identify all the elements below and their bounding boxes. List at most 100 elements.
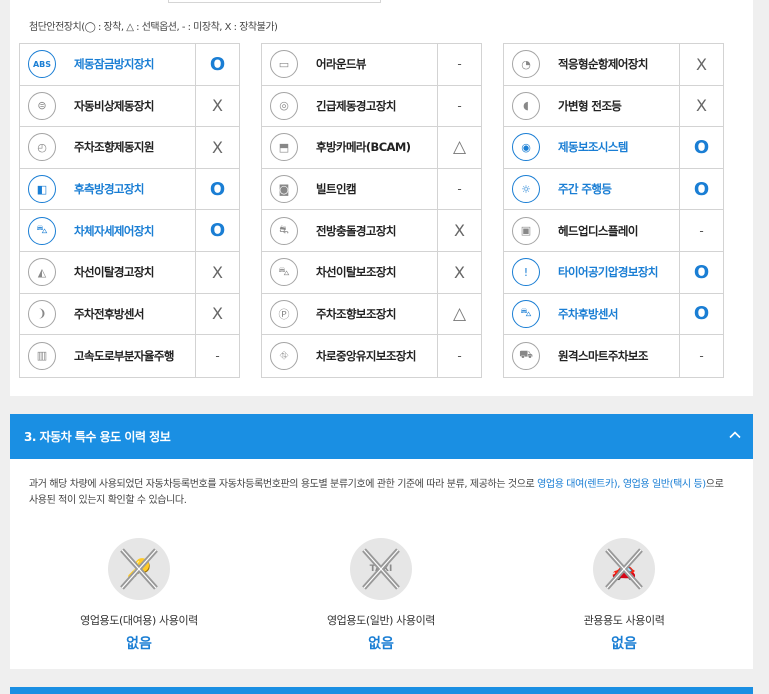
- feature-status: O: [209, 53, 226, 75]
- usage-label: 영업용도(일반) 사용이력: [326, 614, 436, 627]
- safety-feature-row: ABS 제동잠금방지장치 O: [20, 44, 239, 86]
- builtin-cam-icon: ◙: [270, 175, 298, 204]
- safety-feature-row: ⛗ 차로중앙유지보조장치 -: [262, 335, 481, 377]
- highway-drive-icon: ▥: [28, 341, 56, 370]
- feature-name: 주차조향보조장치: [306, 293, 438, 335]
- previous-table-edge: [168, 0, 381, 3]
- adaptive-cruise-icon: ◔: [512, 50, 540, 79]
- brake-assist-icon: ◉: [512, 133, 540, 162]
- safety-feature-row: ▥ 고속도로부분자율주행 -: [20, 335, 239, 377]
- safety-legend: 첨단안전장치(◯ : 장착, △ : 선택옵션, - : 미장착, X : 장착…: [29, 22, 278, 33]
- rear-camera-icon: ⬒: [270, 133, 298, 162]
- feature-status: -: [699, 348, 704, 363]
- stability-control-icon: ⛍: [28, 216, 56, 245]
- feature-status: O: [693, 261, 710, 283]
- feature-status: O: [693, 303, 710, 325]
- feature-status: △: [452, 137, 467, 158]
- feature-name: 타이어공기압경보장치: [548, 251, 680, 293]
- special-use-description: 과거 해당 차량에 사용되었던 자동차등록번호를 자동차등록번호판의 용도별 분…: [29, 479, 724, 506]
- taxi-icon: TAXI: [350, 538, 412, 600]
- usage-label: 영업용도(대여용) 사용이력: [80, 614, 198, 627]
- feature-name: 전방충돌경고장치: [306, 210, 438, 251]
- usage-label: 관용용도 사용이력: [583, 614, 665, 627]
- feature-status: -: [457, 57, 462, 72]
- safety-feature-row: ⛟ 원격스마트주차보조 -: [504, 335, 723, 377]
- usage-history-item: TAXI 영업용도(일반) 사용이력없음: [301, 538, 461, 653]
- emergency-brake-icon: ⊜: [28, 91, 56, 120]
- feature-status: X: [212, 262, 223, 282]
- cross-icon: [120, 548, 158, 590]
- parking-steer-icon: ◴: [28, 133, 56, 162]
- cross-icon: [362, 548, 400, 590]
- safety-feature-column: ▭ 어라운드뷰 - ◎ 긴급제동경고장치 - ⬒ 후방카메라(BCAM) △ ◙ 빌트인캠 - ⛐ 전방충…: [261, 43, 482, 378]
- feature-status: -: [215, 348, 220, 363]
- feature-status: X: [696, 54, 707, 74]
- safety-feature-row: ▣ 헤드업디스플레이 -: [504, 210, 723, 252]
- safety-feature-row: ⛐ 전방충돌경고장치 X: [262, 210, 481, 252]
- safety-feature-row: ▭ 어라운드뷰 -: [262, 44, 481, 86]
- forward-collision-icon: ⛐: [270, 216, 298, 245]
- safety-feature-row: ◴ 주차조향제동지원 X: [20, 127, 239, 169]
- feature-status: O: [209, 220, 226, 242]
- feature-name: 긴급제동경고장치: [306, 85, 438, 127]
- feature-name: 자동비상제동장치: [64, 85, 196, 127]
- government-car-icon: 🚗: [593, 538, 655, 600]
- feature-name: 주차전후방센서: [64, 293, 196, 335]
- cross-icon: [605, 548, 643, 590]
- feature-name: 주차후방센서: [548, 293, 680, 335]
- feature-status: O: [209, 178, 226, 200]
- tire-pressure-icon: !: [512, 258, 540, 287]
- remote-parking-icon: ⛟: [512, 341, 540, 370]
- usage-value: 없음: [126, 636, 152, 652]
- feature-name: 차선이탈보조장치: [306, 251, 438, 293]
- safety-feature-row: ⬒ 후방카메라(BCAM) △: [262, 127, 481, 169]
- lane-keep-assist-icon: ⛍: [270, 258, 298, 287]
- safety-feature-row: ⊜ 자동비상제동장치 X: [20, 85, 239, 128]
- lane-center-icon: ⛗: [270, 341, 298, 370]
- safety-feature-row: ◙ 빌트인캠 -: [262, 168, 481, 211]
- usage-history-item: 🚗 관용용도 사용이력없음: [544, 538, 704, 653]
- safety-feature-row: ◖ 가변형 전조등 X: [504, 85, 723, 128]
- feature-name: 후방카메라(BCAM): [306, 127, 438, 168]
- special-use-card: 과거 해당 차량에 사용되었던 자동차등록번호를 자동차등록번호판의 용도별 분…: [10, 459, 753, 669]
- rear-side-warning-icon: ◧: [28, 175, 56, 204]
- feature-status: -: [457, 98, 462, 113]
- section-title: 3. 자동차 특수 용도 이력 정보: [24, 430, 171, 444]
- feature-name: 주차조향제동지원: [64, 127, 196, 168]
- safety-feature-row: ⛍ 주차후방센서 O: [504, 293, 723, 336]
- section-header-special-use[interactable]: 3. 자동차 특수 용도 이력 정보: [10, 414, 753, 459]
- daytime-light-icon: ☼: [512, 175, 540, 204]
- abs-icon: ABS: [28, 50, 56, 79]
- safety-feature-row: ◔ 적응형순항제어장치 X: [504, 44, 723, 86]
- usage-history-item: 🔑 영업용도(대여용) 사용이력없음: [59, 538, 219, 653]
- brake-warning-icon: ◎: [270, 91, 298, 120]
- feature-status: X: [212, 96, 223, 116]
- feature-name: 원격스마트주차보조: [548, 335, 680, 377]
- feature-name: 고속도로부분자율주행: [64, 335, 196, 377]
- usage-value: 없음: [368, 636, 394, 652]
- chevron-up-icon[interactable]: [729, 429, 741, 441]
- feature-name: 어라운드뷰: [306, 44, 438, 85]
- feature-name: 주간 주행등: [548, 168, 680, 210]
- safety-feature-row: ◧ 후측방경고장치 O: [20, 168, 239, 211]
- feature-status: -: [457, 182, 462, 197]
- rental-car-icon: 🔑: [108, 538, 170, 600]
- rear-parking-sensor-icon: ⛍: [512, 299, 540, 328]
- feature-name: 차체자세제어장치: [64, 210, 196, 251]
- around-view-icon: ▭: [270, 50, 298, 79]
- feature-status: X: [454, 262, 465, 282]
- safety-feature-row: ⛍ 차체자세제어장치 O: [20, 210, 239, 252]
- adaptive-headlight-icon: ◖: [512, 91, 540, 120]
- feature-status: X: [454, 221, 465, 241]
- next-section-header[interactable]: [10, 687, 753, 694]
- feature-status: X: [696, 96, 707, 116]
- safety-feature-row: ! 타이어공기압경보장치 O: [504, 251, 723, 294]
- feature-name: 차선이탈경고장치: [64, 251, 196, 293]
- safety-feature-row: Ⓟ 주차조향보조장치 △: [262, 293, 481, 336]
- feature-name: 가변형 전조등: [548, 85, 680, 127]
- safety-feature-row: ◎ 긴급제동경고장치 -: [262, 85, 481, 128]
- feature-status: O: [693, 136, 710, 158]
- safety-feature-row: ◭ 차선이탈경고장치 X: [20, 251, 239, 294]
- safety-feature-row: ⛍ 차선이탈보조장치 X: [262, 251, 481, 294]
- feature-status: △: [452, 303, 467, 324]
